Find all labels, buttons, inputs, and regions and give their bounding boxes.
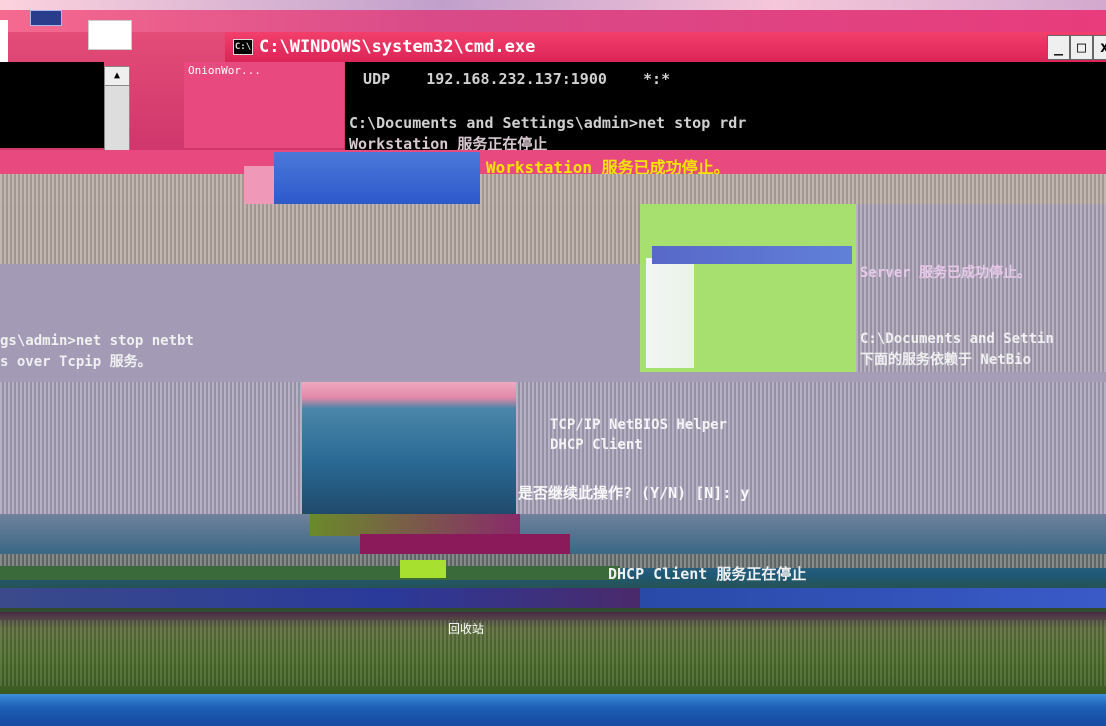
glitch-band-green xyxy=(0,566,620,580)
desktop-icon-white[interactable] xyxy=(88,20,132,50)
glitch-chip-lime xyxy=(400,560,446,578)
taskbar xyxy=(0,694,1106,726)
dependency-dhcp-text: DHCP Client xyxy=(550,437,643,453)
recycle-bin-icon[interactable]: 回收站 xyxy=(436,618,496,644)
console-line: C:\Documents and Settings\admin>net stop… xyxy=(349,114,747,132)
recycle-bin-label: 回收站 xyxy=(447,622,484,636)
desktop: ▲ OnionWor... C:\ C:\WINDOWS\system32\cm… xyxy=(0,0,1106,700)
glitch-band-blue-right xyxy=(640,588,1106,608)
server-stopped-text: Server 服务已成功停止。 xyxy=(860,265,1032,281)
maximize-button[interactable]: □ xyxy=(1070,35,1093,60)
console-area[interactable]: UDP 192.168.232.137:1900 *:* C:\Document… xyxy=(345,62,1106,154)
minor-window-label: OnionWor... xyxy=(188,64,261,77)
cmd-icon[interactable]: C:\ xyxy=(233,39,253,55)
continue-prompt-text: 是否继续此操作? (Y/N) [N]: y xyxy=(518,484,750,502)
desktop-sky-strip xyxy=(0,0,1106,10)
left-black-region xyxy=(0,62,104,148)
console-line: UDP 192.168.232.137:1900 *:* xyxy=(345,70,671,88)
pink-block xyxy=(244,166,274,204)
sea-tile xyxy=(302,382,516,514)
glitch-band-stripe xyxy=(0,174,1106,204)
glitch-strip-purple xyxy=(360,534,570,556)
glitch-strip-olive xyxy=(310,514,520,536)
netbt-service-text: s over Tcpip 服务。 xyxy=(0,354,152,370)
tray-window-thumb xyxy=(30,10,62,26)
dependency-helper-text: TCP/IP NetBIOS Helper xyxy=(550,417,728,433)
ghost-window-top xyxy=(0,204,640,264)
grass-noise xyxy=(0,620,1106,686)
blue-block xyxy=(274,152,480,204)
docs-path-text: C:\Documents and Settin xyxy=(860,331,1054,347)
cmd-netbt-text: gs\admin>net stop netbt xyxy=(0,333,194,349)
glitch-band-blue xyxy=(0,588,640,608)
dhcp-stopping-text: DHCP Client 服务正在停止 xyxy=(608,565,807,583)
scroll-up-icon[interactable]: ▲ xyxy=(105,67,129,86)
window-title: C:\WINDOWS\system32\cmd.exe xyxy=(259,37,536,57)
green-tile-cloud xyxy=(646,258,694,368)
scrollbar-left[interactable]: ▲ xyxy=(104,66,130,154)
minor-window[interactable]: OnionWor... xyxy=(184,62,344,148)
depends-on-text: 下面的服务依赖于 NetBio xyxy=(860,352,1032,368)
minimize-button[interactable]: _ xyxy=(1047,35,1070,60)
green-tile-band xyxy=(652,246,852,264)
close-button[interactable]: x xyxy=(1093,35,1106,60)
cmd-title-bar[interactable]: C:\ C:\WINDOWS\system32\cmd.exe _ □ x xyxy=(225,32,1106,62)
